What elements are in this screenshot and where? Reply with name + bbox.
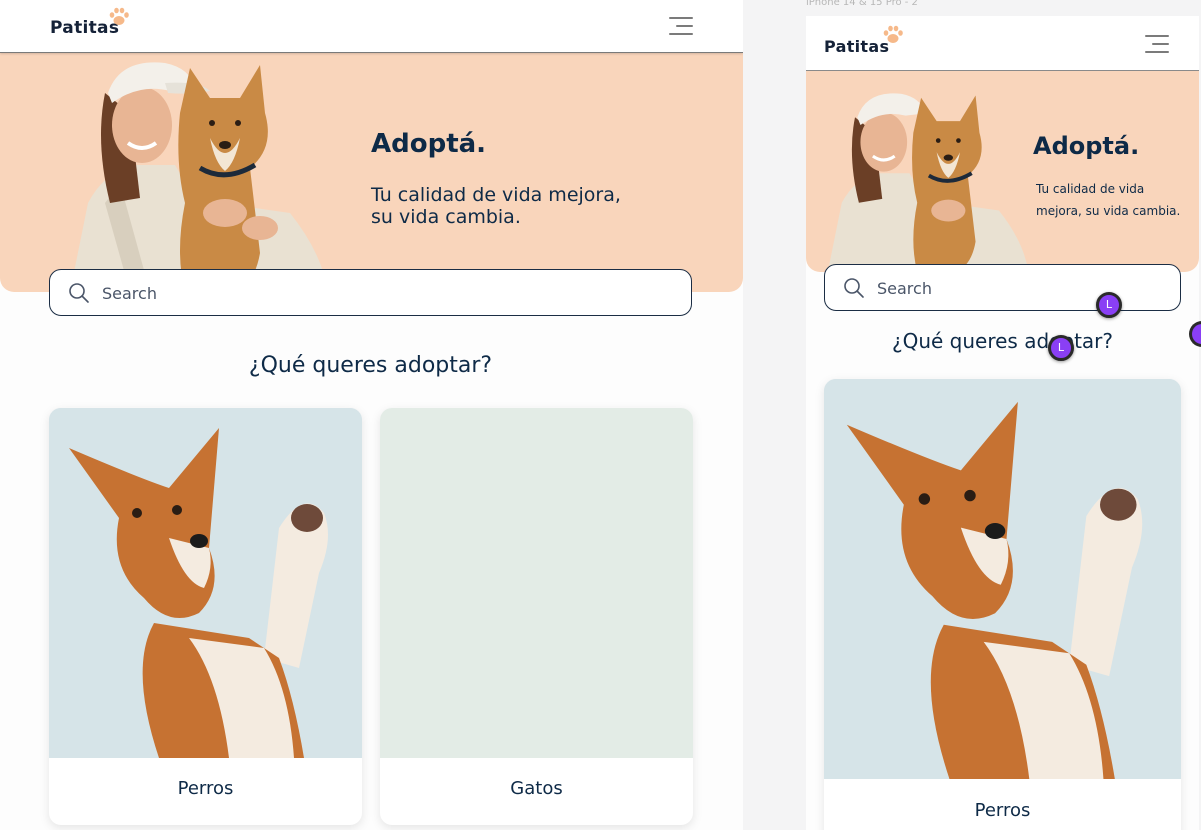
mobile-hero-subtitle: Tu calidad de vida mejora, su vida cambi…: [1036, 178, 1180, 222]
hero-subtitle-line-1: Tu calidad de vida mejora,: [371, 184, 621, 206]
logo[interactable]: Patitas: [50, 7, 129, 38]
mobile-category-label-perros: Perros: [974, 800, 1031, 821]
category-card-perros[interactable]: Perros: [49, 408, 362, 825]
category-label-perros: Perros: [177, 778, 234, 799]
mobile-logo-text: Patitas: [824, 37, 890, 56]
mobile-search-icon: [844, 278, 864, 298]
desktop-frame: Patitas Adoptá. Tu calidad de vida mejor…: [0, 0, 743, 830]
mobile-hero-subtitle-line-1: Tu calidad de vida: [1036, 182, 1145, 196]
search-input[interactable]: [102, 281, 662, 305]
cat-image-placeholder: [380, 408, 693, 758]
mobile-section-title: ¿Qué queres adoptar?: [891, 329, 1114, 353]
hero-subtitle-line-2: su vida cambia.: [371, 206, 521, 228]
collaborator-cursor: L: [1096, 292, 1122, 318]
category-label-gatos: Gatos: [510, 778, 563, 799]
mobile-hero-banner: Adoptá. Tu calidad de vida mejora, su vi…: [806, 71, 1199, 272]
menu-icon[interactable]: [669, 17, 693, 35]
mobile-paw-icon: [883, 25, 903, 43]
mobile-logo[interactable]: Patitas: [824, 25, 903, 56]
hero-woman-with-dog-image: [70, 62, 328, 292]
dog-waving-image: [49, 408, 362, 758]
hero-subtitle: Tu calidad de vida mejora, su vida cambi…: [371, 184, 621, 228]
mobile-category-card-perros[interactable]: Perros: [824, 379, 1181, 830]
mobile-dog-waving-image: [824, 379, 1181, 779]
mobile-navbar: Patitas: [806, 16, 1199, 71]
category-card-gatos[interactable]: Gatos: [380, 408, 693, 825]
paw-icon: [109, 7, 129, 25]
hero-banner: Adoptá. Tu calidad de vida mejora, su vi…: [0, 53, 743, 292]
mobile-search-bar[interactable]: [824, 264, 1181, 311]
collaborator-cursor: L: [1048, 335, 1074, 361]
frame-label: iPhone 14 & 15 Pro - 2: [806, 0, 918, 8]
mobile-frame: Patitas Adoptá. Tu calidad de vida mejor…: [806, 16, 1199, 830]
top-navbar: Patitas: [0, 0, 743, 53]
mobile-hero-title: Adoptá.: [1033, 132, 1140, 160]
search-bar[interactable]: [49, 269, 692, 316]
mobile-hero-woman-with-dog-image: [827, 93, 1029, 272]
section-title: ¿Qué queres adoptar?: [248, 353, 493, 378]
mobile-hero-subtitle-line-2: mejora, su vida cambia.: [1036, 204, 1181, 218]
search-icon: [69, 283, 89, 303]
mobile-menu-icon[interactable]: [1145, 35, 1169, 53]
hero-title: Adoptá.: [371, 129, 487, 159]
